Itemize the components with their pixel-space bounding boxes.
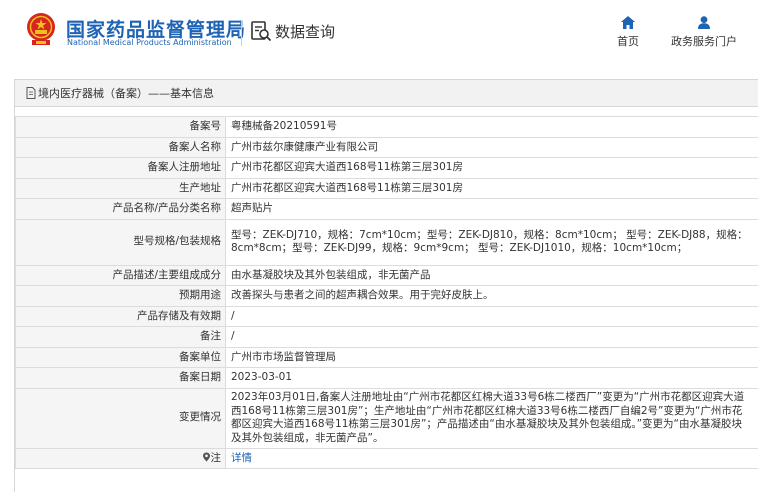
- nav-home-label: 首页: [617, 35, 639, 48]
- table-row: 产品存储及有效期 /: [15, 305, 758, 327]
- home-icon: [621, 16, 635, 29]
- document-icon: [26, 87, 36, 99]
- search-document-icon: [251, 21, 272, 42]
- field-value: 由水基凝胶块及其外包装组成，非无菌产品: [225, 264, 758, 286]
- field-value: 2023-03-01: [225, 367, 758, 389]
- note-label: 注: [210, 451, 222, 464]
- info-panel: 境内医疗器械（备案）——基本信息 备案号 粤穗械备20210591号 备案人名称…: [14, 79, 758, 492]
- field-label: 备案人名称: [15, 136, 226, 158]
- table-row: 生产地址 广州市花都区迎宾大道西168号11栋第三层301房: [15, 177, 758, 199]
- field-label: 产品存储及有效期: [15, 305, 226, 327]
- field-value: 广州市花都区迎宾大道西168号11栋第三层301房: [225, 177, 758, 199]
- table-row: 型号规格/包装规格 型号：ZEK-DJ710，规格：7cm*10cm；型号：ZE…: [15, 218, 758, 266]
- table-row: 预期用途 改善探头与患者之间的超声耦合效果。用于完好皮肤上。: [15, 285, 758, 307]
- site-subtitle: National Medical Products Administration: [67, 38, 232, 47]
- field-label: 预期用途: [15, 285, 226, 307]
- field-label: 备注: [15, 326, 226, 348]
- table-row: 产品名称/产品分类名称 超声贴片: [15, 198, 758, 220]
- field-value: 型号：ZEK-DJ710，规格：7cm*10cm；型号：ZEK-DJ810，规格…: [225, 218, 758, 266]
- field-value: 广州市花都区迎宾大道西168号11栋第三层301房: [225, 157, 758, 179]
- breadcrumb: 境内医疗器械（备案）——基本信息: [15, 80, 758, 107]
- field-value: 改善探头与患者之间的超声耦合效果。用于完好皮肤上。: [225, 285, 758, 307]
- location-note-icon: [202, 452, 210, 461]
- data-query-link[interactable]: 数据查询: [250, 20, 335, 42]
- national-emblem-icon: [27, 13, 55, 45]
- field-value: /: [225, 326, 758, 348]
- detail-link[interactable]: 详情: [231, 452, 252, 464]
- detail-cell: 详情: [225, 447, 758, 469]
- nav-gov-service[interactable]: 政务服务门户: [662, 16, 746, 49]
- breadcrumb-text: 境内医疗器械（备案）——基本信息: [38, 87, 214, 100]
- table-row: 变更情况 2023年03月01日,备案人注册地址由“广州市花都区红棉大道33号6…: [15, 387, 758, 449]
- field-label: 备案人注册地址: [15, 157, 226, 179]
- table-row: 备案单位 广州市市场监督管理局: [15, 346, 758, 368]
- table-row: 备案号 粤穗械备20210591号: [15, 116, 758, 138]
- table-row: 备案人名称 广州市兹尔康健康产业有限公司: [15, 136, 758, 158]
- field-label: 产品名称/产品分类名称: [15, 198, 226, 220]
- table-row: 备案人注册地址 广州市花都区迎宾大道西168号11栋第三层301房: [15, 157, 758, 179]
- nav-gov-label: 政务服务门户: [671, 35, 737, 48]
- field-label: 备案号: [15, 116, 226, 138]
- field-value: 超声贴片: [225, 198, 758, 220]
- field-value: 广州市兹尔康健康产业有限公司: [225, 136, 758, 158]
- note-label-cell: 注: [15, 447, 226, 469]
- field-label: 备案单位: [15, 346, 226, 368]
- table-row: 注 详情: [15, 447, 758, 469]
- table-row: 备注 /: [15, 326, 758, 348]
- field-label: 备案日期: [15, 367, 226, 389]
- field-value: 2023年03月01日,备案人注册地址由“广州市花都区红棉大道33号6栋二楼西厂…: [225, 387, 758, 449]
- table-row: 备案日期 2023-03-01: [15, 367, 758, 389]
- field-value: 粤穗械备20210591号: [225, 116, 758, 138]
- field-value: 广州市市场监督管理局: [225, 346, 758, 368]
- field-label: 变更情况: [15, 387, 226, 449]
- field-label: 型号规格/包装规格: [15, 218, 226, 266]
- field-label: 产品描述/主要组成成分: [15, 264, 226, 286]
- info-table: 备案号 粤穗械备20210591号 备案人名称 广州市兹尔康健康产业有限公司 备…: [15, 116, 758, 469]
- field-value: /: [225, 305, 758, 327]
- site-header: 国家药品监督管理局 National Medical Products Admi…: [0, 0, 758, 68]
- data-query-label: 数据查询: [275, 22, 336, 41]
- table-row: 产品描述/主要组成成分 由水基凝胶块及其外包装组成，非无菌产品: [15, 264, 758, 286]
- field-label: 生产地址: [15, 177, 226, 199]
- nav-home[interactable]: 首页: [610, 16, 646, 49]
- user-icon: [698, 16, 710, 29]
- header-divider: [241, 20, 242, 46]
